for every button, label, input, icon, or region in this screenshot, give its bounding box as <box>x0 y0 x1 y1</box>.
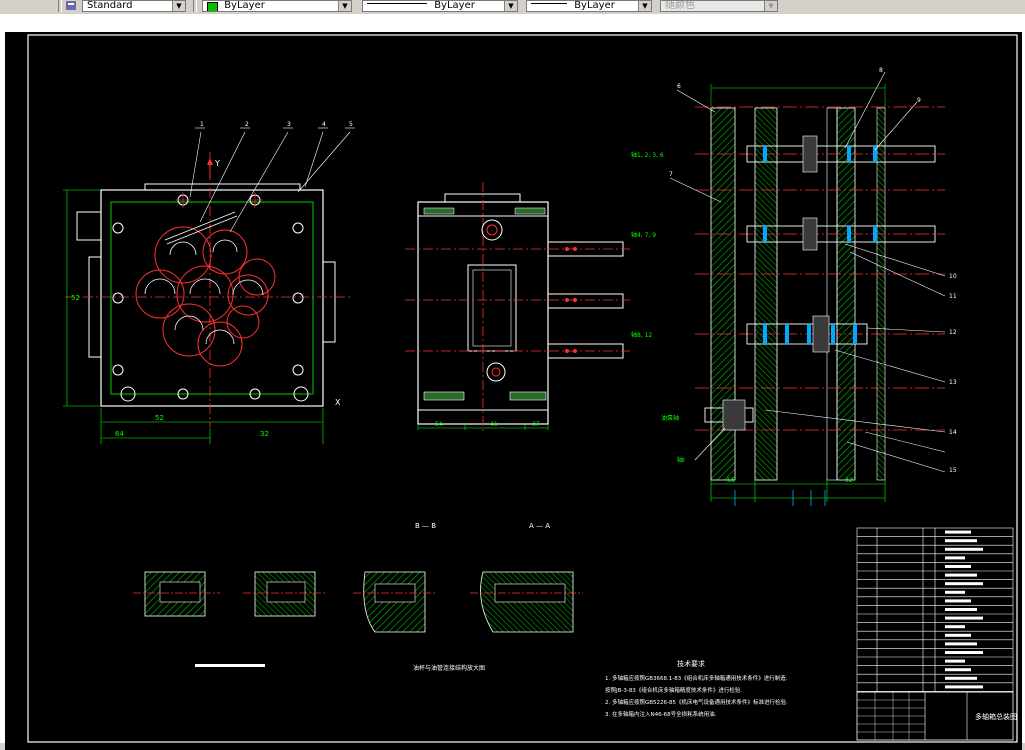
toolbar-separator <box>58 0 62 12</box>
chevron-down-icon[interactable]: ▼ <box>638 1 651 11</box>
drawing-canvas[interactable]: 52 52 64 32 Y X 1 2 3 4 5 54 41 37 56 32… <box>5 32 1022 750</box>
section-a-label: A — A <box>529 522 550 530</box>
parts-list <box>856 527 1014 693</box>
tech-note-1: 1. 多轴箱应按照GB3668.1-83《组合机床多轴箱通用技术条件》进行制造. <box>605 674 788 682</box>
layer-color-select[interactable]: ByLayer ▼ <box>202 0 352 12</box>
callout-10: 10 <box>949 273 957 280</box>
textstyle-value: Standard <box>87 0 133 11</box>
callout-15: 15 <box>949 467 957 474</box>
technical-requirements: 技术要求 1. 多轴箱应按照GB3668.1-83《组合机床多轴箱通用技术条件》… <box>605 659 788 718</box>
parts-list-entry <box>945 530 971 534</box>
parts-list-entry <box>945 599 971 603</box>
callout-13: 13 <box>949 379 957 386</box>
parts-list-entry <box>945 547 983 551</box>
layer-value: ByLayer <box>224 0 265 11</box>
cad-drawing[interactable]: 52 52 64 32 Y X 1 2 3 4 5 54 41 37 56 32… <box>5 32 1022 750</box>
callout-5: 5 <box>349 121 353 128</box>
parts-list-entry <box>945 685 983 689</box>
callout-9: 9 <box>917 97 921 104</box>
tech-title: 技术要求 <box>677 659 705 668</box>
parts-list-entry <box>945 616 983 620</box>
front-view: 54 41 37 <box>405 182 630 432</box>
label-oil-pump-shaft: 油泵轴 <box>661 414 679 422</box>
detail-sections: 油杯与油管连接结构放大图 B — B A — A <box>133 522 583 672</box>
callout-2: 2 <box>245 121 249 128</box>
lineweight-select[interactable]: ByLayer ▼ <box>526 0 652 12</box>
title-block: 多轴箱总装图 <box>856 691 1017 741</box>
plotstyle-value: 随颜色 <box>665 0 695 11</box>
drawing-area-frame: 52 52 64 32 Y X 1 2 3 4 5 54 41 37 56 32… <box>0 14 1025 750</box>
scale-bar <box>195 664 265 667</box>
parts-list-entry <box>945 651 983 654</box>
textstyle-select[interactable]: Standard ▼ <box>82 0 186 12</box>
parts-list-entry <box>945 642 977 646</box>
tech-note-4: 3. 在多轴箱内注入N46-68号全损耗系统用油. <box>605 710 717 718</box>
tech-note-3: 2. 多轴箱应按照GB5226-85《机床电气设备通用技术条件》标准进行检验. <box>605 698 788 706</box>
linetype-select[interactable]: ByLayer ▼ <box>362 0 518 12</box>
color-swatch-icon <box>207 2 218 11</box>
parts-list-entry <box>945 608 977 611</box>
dim-front-b: 41 <box>490 421 498 428</box>
section-b-label: B — B <box>415 522 436 530</box>
parts-list-entry <box>945 556 965 560</box>
callout-8: 8 <box>879 67 883 74</box>
parts-list-entry <box>945 676 977 680</box>
lineweight-preview <box>531 3 567 4</box>
parts-list-entry <box>945 590 965 594</box>
label-shaft-i: 轴I <box>677 456 685 464</box>
parts-list-entry <box>945 573 977 577</box>
chevron-down-icon: ▼ <box>764 1 777 11</box>
parts-list-entry <box>945 582 983 586</box>
callout-1: 1 <box>200 121 204 128</box>
sheet-border <box>27 34 1018 743</box>
callout-11: 11 <box>949 293 957 300</box>
lineweight-value: ByLayer <box>574 0 615 11</box>
side-section-view: 56 32 6 7 8 9 10 11 12 13 14 15 轴1, 2, 3… <box>631 67 957 506</box>
label-shaft-group-3: 轴8, 12 <box>631 331 652 339</box>
dim-side-a: 56 <box>727 477 735 484</box>
linetype-preview <box>367 3 427 4</box>
label-shaft-group-2: 轴4, 7, 9 <box>631 231 656 239</box>
tech-note-2: 按照JB-3-83《组合机床多轴箱精度技术条件》进行检验. <box>605 686 742 694</box>
dim-plan-width: 52 <box>155 414 164 422</box>
chevron-down-icon[interactable]: ▼ <box>504 1 517 11</box>
dim-plan-bottom: 32 <box>260 430 269 438</box>
parts-list-entry <box>945 633 971 637</box>
parts-list-entry <box>945 668 971 672</box>
y-axis-label: Y <box>214 159 220 168</box>
dim-front-c: 37 <box>532 421 540 428</box>
parts-list-entry <box>945 625 965 629</box>
dim-plan-left: 64 <box>115 430 124 438</box>
x-axis-label: X <box>335 398 341 407</box>
toolbar-separator <box>193 0 197 12</box>
callout-3: 3 <box>287 121 291 128</box>
plotstyle-select: 随颜色 ▼ <box>660 0 778 12</box>
callout-4: 4 <box>322 121 326 128</box>
callout-7: 7 <box>669 171 673 178</box>
callout-12: 12 <box>949 329 957 336</box>
callout-14: 14 <box>949 429 957 436</box>
chevron-down-icon[interactable]: ▼ <box>338 1 351 11</box>
label-shaft-group-1: 轴1, 2, 3, 6 <box>631 151 664 159</box>
dim-plan-height: 52 <box>71 294 80 302</box>
parts-list-entry <box>945 659 965 663</box>
parts-list-entry <box>945 539 977 543</box>
dim-front-a: 54 <box>435 421 443 428</box>
textstyle-icon[interactable] <box>64 0 80 12</box>
dim-side-b: 32 <box>845 477 853 484</box>
linetype-value: ByLayer <box>434 0 475 11</box>
title-block-name: 多轴箱总装图 <box>975 712 1017 721</box>
plan-view: 52 52 64 32 Y X 1 2 3 4 5 <box>63 121 355 444</box>
properties-toolbar: Standard ▼ ByLayer ▼ ByLayer ▼ ByLayer ▼… <box>0 0 1025 15</box>
toolbar-icon-cluster[interactable] <box>0 0 58 12</box>
parts-list-entry <box>945 565 971 568</box>
callout-6: 6 <box>677 83 681 90</box>
chevron-down-icon[interactable]: ▼ <box>172 1 185 11</box>
section-caption: 油杯与油管连接结构放大图 <box>413 664 485 672</box>
